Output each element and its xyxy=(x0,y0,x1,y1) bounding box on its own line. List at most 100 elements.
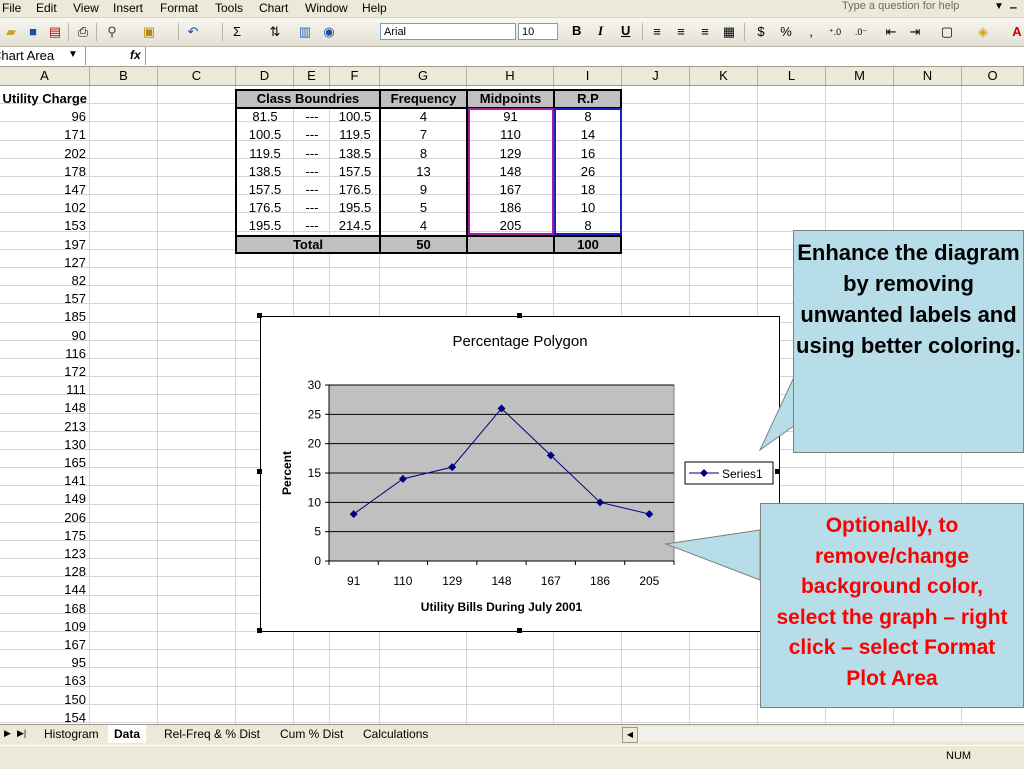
menu-tools[interactable]: Tools xyxy=(215,1,243,15)
tab-scroll-next-icon[interactable]: ▶ xyxy=(4,728,11,739)
column-header[interactable]: F xyxy=(330,67,380,85)
menu-view[interactable]: View xyxy=(73,1,99,15)
borders-icon[interactable]: ▢ xyxy=(938,23,956,41)
help-search-input[interactable]: Type a question for help xyxy=(842,0,992,16)
cell-utility-charge[interactable]: 82 xyxy=(0,272,88,290)
comma-style-icon[interactable]: , xyxy=(802,23,820,41)
cell-utility-charge[interactable]: 90 xyxy=(0,327,88,345)
chart-resize-handle[interactable] xyxy=(257,628,262,633)
horizontal-scrollbar[interactable] xyxy=(638,727,1024,742)
font-color-icon[interactable]: A xyxy=(1008,23,1024,41)
align-right-icon[interactable]: ≡ xyxy=(696,23,714,41)
column-header[interactable]: G xyxy=(380,67,467,85)
cell-utility-charge[interactable]: 116 xyxy=(0,345,88,363)
autosum-icon[interactable]: Σ xyxy=(228,23,246,41)
cell-utility-charge[interactable]: 172 xyxy=(0,363,88,381)
cell-utility-charge[interactable]: 148 xyxy=(0,399,88,417)
cell-utility-charge[interactable]: 150 xyxy=(0,691,88,709)
cell-utility-charge[interactable]: 165 xyxy=(0,454,88,472)
font-name-select[interactable]: Arial xyxy=(380,23,516,40)
research-icon[interactable]: ⚲ xyxy=(103,23,121,41)
cell-utility-charge[interactable]: 213 xyxy=(0,418,88,436)
insert-function-button[interactable]: fx xyxy=(130,48,141,62)
cell-utility-charge[interactable]: 197 xyxy=(0,236,88,254)
cell-utility-charge[interactable]: 185 xyxy=(0,308,88,326)
cell-utility-charge[interactable]: 127 xyxy=(0,254,88,272)
increase-decimal-icon[interactable]: ⁺.0 xyxy=(826,23,844,41)
cell-utility-charge[interactable]: 102 xyxy=(0,199,88,217)
column-header[interactable]: N xyxy=(894,67,962,85)
align-center-icon[interactable]: ≡ xyxy=(672,23,690,41)
menu-file[interactable]: File xyxy=(2,1,21,15)
menu-format[interactable]: Format xyxy=(160,1,198,15)
hscroll-left-icon[interactable]: ◀ xyxy=(622,727,638,743)
column-header[interactable]: L xyxy=(758,67,826,85)
tab-rel-freq[interactable]: Rel-Freq & % Dist xyxy=(158,725,266,743)
cell-utility-charge[interactable]: 144 xyxy=(0,581,88,599)
cell-utility-charge[interactable]: 141 xyxy=(0,472,88,490)
column-header[interactable]: D xyxy=(236,67,294,85)
column-header[interactable]: M xyxy=(826,67,894,85)
column-header[interactable]: H xyxy=(467,67,554,85)
formula-input[interactable] xyxy=(145,47,1024,65)
cell-utility-charge[interactable]: 147 xyxy=(0,181,88,199)
column-header[interactable]: C xyxy=(158,67,236,85)
cell-utility-charge[interactable]: 168 xyxy=(0,600,88,618)
column-header[interactable]: O xyxy=(962,67,1024,85)
column-header[interactable]: J xyxy=(622,67,690,85)
column-header[interactable]: A xyxy=(0,67,90,85)
menu-insert[interactable]: Insert xyxy=(113,1,143,15)
merge-center-icon[interactable]: ▦ xyxy=(720,23,738,41)
column-header[interactable]: B xyxy=(90,67,158,85)
chart-resize-handle[interactable] xyxy=(257,313,262,318)
minimize-icon[interactable]: ‒ xyxy=(1010,0,1017,14)
tab-calculations[interactable]: Calculations xyxy=(357,725,434,743)
cell-utility-charge[interactable]: 163 xyxy=(0,672,88,690)
font-size-select[interactable]: 10 xyxy=(518,23,558,40)
menu-chart[interactable]: Chart xyxy=(259,1,288,15)
cell-utility-charge[interactable]: 128 xyxy=(0,563,88,581)
italic-button[interactable]: I xyxy=(598,23,603,39)
cell-utility-charge[interactable]: 206 xyxy=(0,509,88,527)
fill-color-icon[interactable]: ◈ xyxy=(974,23,992,41)
chart-wizard-icon[interactable]: ▥ xyxy=(296,23,314,41)
save-icon[interactable]: ■ xyxy=(24,23,42,41)
permission-icon[interactable]: ▤ xyxy=(46,23,64,41)
cell-utility-charge[interactable]: 178 xyxy=(0,163,88,181)
underline-button[interactable]: U xyxy=(621,23,630,38)
name-box-dropdown-icon[interactable]: ▼ xyxy=(68,49,78,60)
help-dropdown-icon[interactable]: ▼ xyxy=(994,1,1004,12)
tab-histogram[interactable]: Histogram xyxy=(38,725,105,743)
menu-window[interactable]: Window xyxy=(305,1,348,15)
help-icon[interactable]: ◉ xyxy=(320,23,338,41)
cell-utility-charge[interactable]: 149 xyxy=(0,490,88,508)
cell-utility-charge[interactable]: 175 xyxy=(0,527,88,545)
cell-utility-charge[interactable]: 130 xyxy=(0,436,88,454)
decrease-indent-icon[interactable]: ⇤ xyxy=(882,23,900,41)
cell-utility-charge[interactable]: 96 xyxy=(0,108,88,126)
cell-utility-charge[interactable]: 157 xyxy=(0,290,88,308)
menu-edit[interactable]: Edit xyxy=(36,1,57,15)
bold-button[interactable]: B xyxy=(572,23,581,38)
sort-ascending-icon[interactable]: ⇅ xyxy=(266,23,284,41)
align-left-icon[interactable]: ≡ xyxy=(648,23,666,41)
undo-icon[interactable]: ↶ xyxy=(184,23,202,41)
tab-cum-dist[interactable]: Cum % Dist xyxy=(274,725,349,743)
cell-utility-charge[interactable]: 153 xyxy=(0,217,88,235)
decrease-decimal-icon[interactable]: .0⁻ xyxy=(852,23,870,41)
open-icon[interactable]: ▰ xyxy=(2,23,20,41)
cell-utility-charge[interactable]: 171 xyxy=(0,126,88,144)
menu-help[interactable]: Help xyxy=(362,1,387,15)
cell-utility-charge[interactable]: 123 xyxy=(0,545,88,563)
currency-button[interactable]: $ xyxy=(752,23,770,41)
increase-indent-icon[interactable]: ⇥ xyxy=(906,23,924,41)
column-header[interactable]: E xyxy=(294,67,330,85)
chart-resize-handle[interactable] xyxy=(517,313,522,318)
column-header[interactable]: I xyxy=(554,67,622,85)
cell-utility-charge[interactable]: 111 xyxy=(0,381,88,399)
print-icon[interactable]: ⎙ xyxy=(74,23,92,41)
cell-utility-charge[interactable]: 95 xyxy=(0,654,88,672)
chart-resize-handle[interactable] xyxy=(517,628,522,633)
cell-utility-charge[interactable]: 109 xyxy=(0,618,88,636)
tab-scroll-last-icon[interactable]: ▶| xyxy=(17,728,26,739)
